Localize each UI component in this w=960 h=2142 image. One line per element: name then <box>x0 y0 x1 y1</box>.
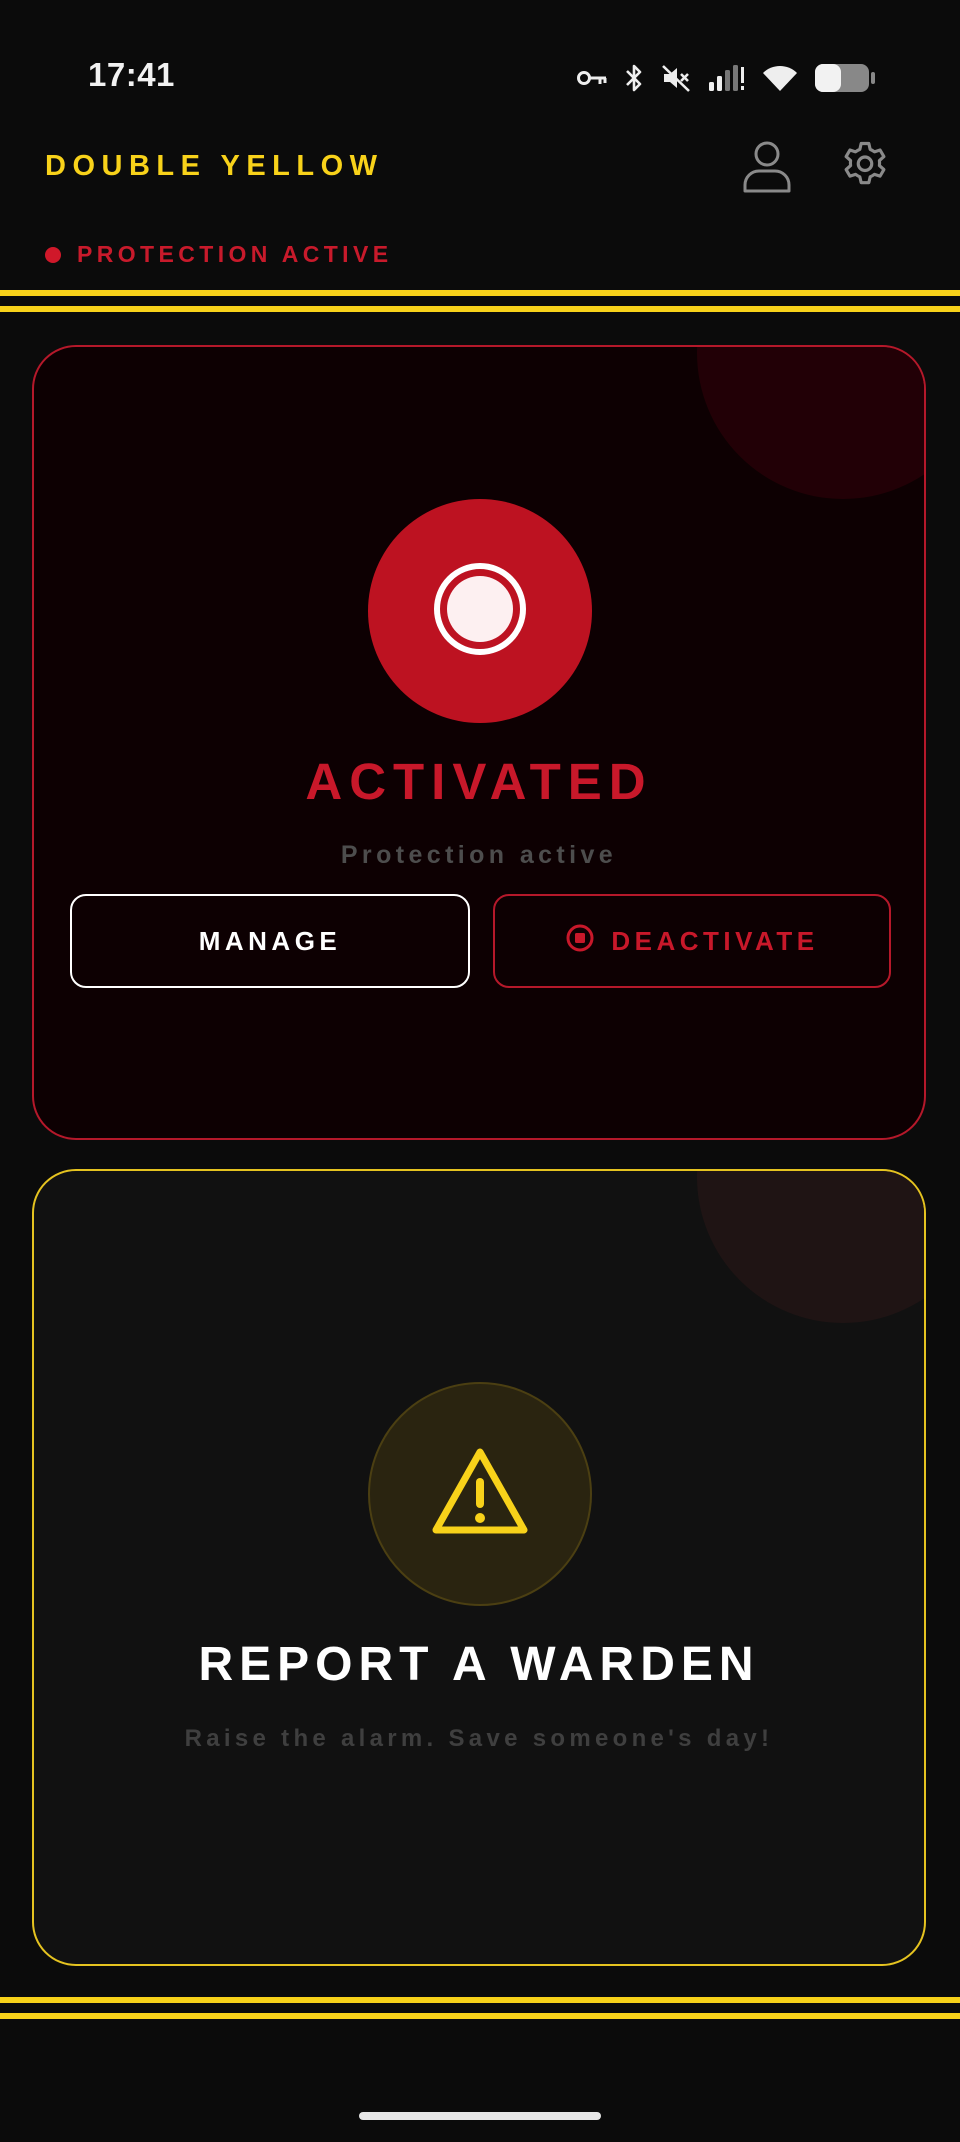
activated-card: ACTIVATED Protection active MANAGE DEACT… <box>32 345 926 1140</box>
manage-button-label: MANAGE <box>198 925 342 956</box>
warning-icon <box>428 1444 532 1545</box>
status-time: 17:41 <box>88 56 175 93</box>
battery-icon <box>814 63 876 93</box>
record-button[interactable] <box>368 499 592 723</box>
mute-icon <box>660 63 692 93</box>
gear-icon <box>838 139 892 198</box>
double-yellow-line-top-1 <box>0 290 960 296</box>
double-yellow-line-bottom-2 <box>0 2013 960 2019</box>
wifi-icon <box>762 64 798 92</box>
status-icons <box>576 58 876 98</box>
activation-status-subtext: Protection active <box>340 841 618 869</box>
profile-button[interactable] <box>735 136 799 200</box>
report-warden-subtext: Raise the alarm. Save someone's day! <box>184 1725 774 1752</box>
double-yellow-line-top-2 <box>0 306 960 312</box>
vpn-key-icon <box>576 66 608 90</box>
corner-decoration <box>697 1171 924 1323</box>
settings-button[interactable] <box>833 136 897 200</box>
manage-button[interactable]: MANAGE <box>70 894 470 988</box>
record-icon <box>432 561 528 662</box>
deactivate-button[interactable]: DEACTIVATE <box>493 894 891 988</box>
report-warden-card[interactable]: REPORT A WARDEN Raise the alarm. Save so… <box>32 1169 926 1966</box>
signal-icon <box>708 64 746 92</box>
report-warden-heading: REPORT A WARDEN <box>198 1638 760 1691</box>
protection-status: PROTECTION ACTIVE <box>45 241 392 268</box>
deactivate-button-label: DEACTIVATE <box>611 925 819 956</box>
stop-circle-icon <box>565 923 595 960</box>
status-dot-icon <box>45 246 61 263</box>
app-title: DOUBLE YELLOW <box>45 150 384 182</box>
user-icon <box>742 139 792 198</box>
report-button[interactable] <box>368 1382 592 1606</box>
double-yellow-line-bottom-1 <box>0 1997 960 2003</box>
home-indicator[interactable] <box>359 2112 601 2120</box>
protection-status-text: PROTECTION ACTIVE <box>77 241 393 267</box>
bluetooth-icon <box>624 63 644 93</box>
corner-decoration <box>697 347 924 499</box>
activation-status-heading: ACTIVATED <box>305 753 653 810</box>
